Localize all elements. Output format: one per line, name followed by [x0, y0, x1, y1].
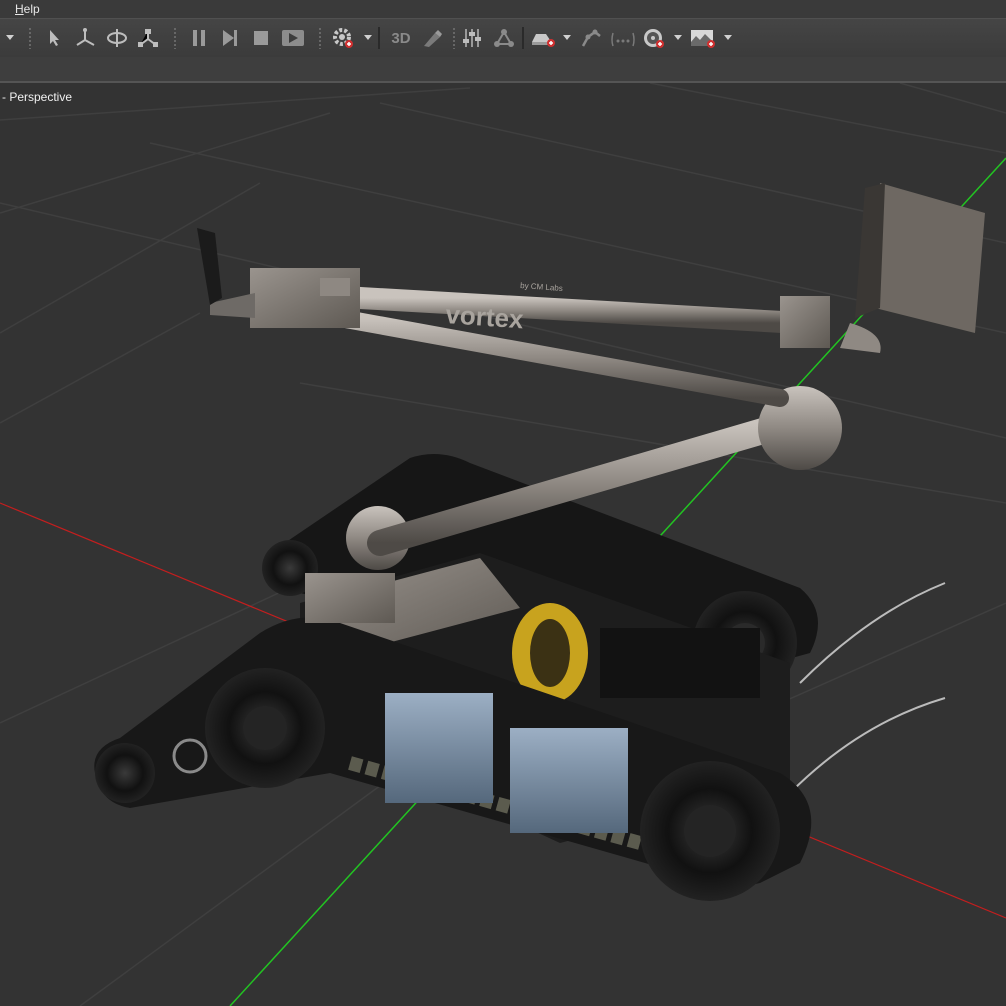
graph-button[interactable]	[492, 19, 516, 57]
arm-button[interactable]	[578, 19, 606, 57]
camera-box	[855, 183, 985, 333]
chevron-down-icon	[674, 35, 682, 40]
upper-arm	[349, 287, 811, 334]
toolbar-separator	[318, 27, 322, 49]
toolbar-separator	[452, 27, 456, 49]
panel-header-bar	[0, 57, 1006, 83]
record-button[interactable]	[280, 19, 306, 57]
pause-button[interactable]	[187, 19, 211, 57]
arm-logo-subtext: by CM Labs	[520, 281, 563, 293]
stop-icon	[254, 31, 268, 45]
chevron-down-icon	[364, 35, 372, 40]
toolbar-separator	[378, 27, 380, 49]
add-wheel-button[interactable]	[640, 19, 668, 57]
wheel-add-icon	[644, 29, 664, 48]
battery-pack	[510, 728, 628, 833]
vehicle-add-icon	[532, 34, 555, 47]
gripper	[197, 228, 255, 318]
toolbar-separator	[173, 27, 177, 49]
terrain-dropdown[interactable]	[722, 19, 734, 57]
shoulder-joint	[780, 296, 830, 348]
sliders-icon	[463, 29, 481, 47]
add-vehicle-button[interactable]	[529, 19, 557, 57]
brush-icon	[424, 30, 442, 47]
vehicle-dropdown[interactable]	[561, 19, 573, 57]
stop-button[interactable]	[249, 19, 273, 57]
graph-icon	[494, 29, 514, 47]
translate-tool-button[interactable]	[72, 19, 98, 57]
arm-icon	[581, 29, 601, 47]
battery-pack	[385, 693, 493, 803]
wheel-dropdown[interactable]	[672, 19, 684, 57]
rotate-tool-button[interactable]	[104, 19, 130, 57]
toolbar-separator	[28, 27, 32, 49]
toolbar-separator	[522, 27, 524, 49]
viewport-label: - Perspective	[2, 90, 73, 104]
select-tool-button[interactable]	[42, 19, 66, 57]
3d-view-icon: 3D	[391, 29, 411, 47]
add-terrain-button[interactable]	[688, 19, 718, 57]
connection-button[interactable]	[608, 19, 638, 57]
sliders-button[interactable]	[460, 19, 484, 57]
settings-gear-icon	[333, 28, 353, 48]
select-icon	[50, 30, 59, 46]
chevron-down-icon	[563, 35, 571, 40]
toolbar-overflow-dropdown[interactable]	[4, 19, 16, 57]
menu-help[interactable]: Help	[15, 0, 40, 18]
arm-logo-text: vortex	[445, 299, 525, 334]
step-button[interactable]	[218, 19, 242, 57]
menu-help-label: elp	[23, 2, 40, 16]
pause-icon	[193, 30, 205, 46]
dots-icon	[611, 32, 635, 47]
upper-arm	[331, 309, 789, 407]
antenna	[799, 582, 946, 684]
scale-tool-button[interactable]	[135, 19, 161, 57]
settings-button[interactable]	[330, 19, 356, 57]
terrain-add-icon	[691, 30, 715, 48]
brush-button[interactable]	[420, 19, 444, 57]
chevron-down-icon	[724, 35, 732, 40]
antenna	[789, 697, 946, 794]
scene-canvas: vortex by CM Labs	[0, 83, 1006, 1006]
menu-help-mnemonic: H	[15, 2, 24, 16]
3d-view-button[interactable]: 3D	[386, 19, 416, 57]
main-toolbar: 3D	[0, 18, 1006, 58]
menu-bar: Help	[0, 0, 1006, 18]
scale-icon	[138, 29, 158, 47]
step-icon	[223, 30, 237, 46]
rotate-icon	[107, 29, 127, 47]
translate-icon	[76, 28, 95, 46]
wrist-joint	[250, 268, 360, 328]
settings-dropdown[interactable]	[362, 19, 374, 57]
record-icon	[282, 30, 304, 46]
3d-viewport[interactable]: vortex by CM Labs - Perspective	[0, 83, 1006, 1006]
chevron-down-icon	[6, 35, 14, 40]
